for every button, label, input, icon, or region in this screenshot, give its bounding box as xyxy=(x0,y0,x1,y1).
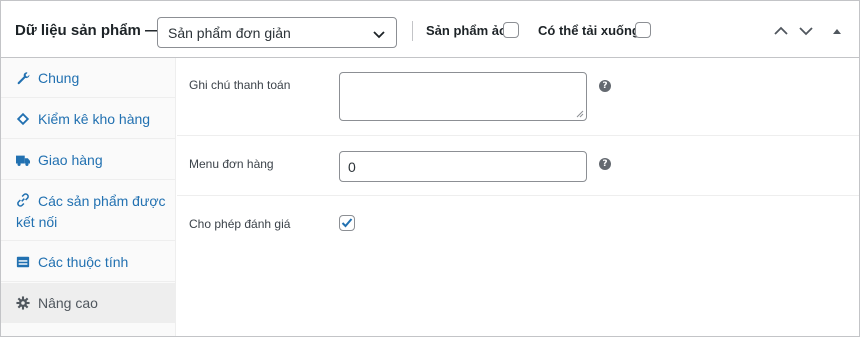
tab-label: Giao hàng xyxy=(38,152,103,168)
tab-general[interactable]: Chung xyxy=(1,58,176,98)
menu-order-value: 0 xyxy=(348,159,356,175)
tab-label-line2: kết nối xyxy=(16,214,58,230)
virtual-label: Sản phẩm ảo: xyxy=(426,23,512,38)
purchase-note-label: Ghi chú thanh toán xyxy=(189,78,291,92)
gear-icon xyxy=(16,296,30,310)
collapse-toggle-button[interactable] xyxy=(827,21,847,41)
tag-icon xyxy=(16,112,30,126)
downloadable-label: Có thể tải xuống: xyxy=(538,23,645,38)
tab-linked-products[interactable]: Các sản phẩm được kết nối xyxy=(1,181,176,241)
product-data-panel: Dữ liệu sản phẩm — Sản phẩm đơn giản Sản… xyxy=(0,0,860,337)
chevron-down-icon xyxy=(373,31,385,39)
product-data-tabs: Chung Kiểm kê kho hàng Giao hàng Các sản… xyxy=(1,58,176,336)
chevron-up-icon xyxy=(774,26,788,35)
virtual-checkbox[interactable] xyxy=(503,22,519,38)
purchase-note-textarea[interactable] xyxy=(339,72,587,121)
tab-label: Các thuộc tính xyxy=(38,254,129,270)
downloadable-checkbox[interactable] xyxy=(635,22,651,38)
panel-title: Dữ liệu sản phẩm — xyxy=(15,22,161,39)
move-up-button[interactable] xyxy=(771,21,791,41)
truck-icon xyxy=(16,155,30,166)
enable-reviews-checkbox[interactable] xyxy=(339,215,355,231)
tab-label: Kiểm kê kho hàng xyxy=(38,111,151,127)
wrench-icon xyxy=(17,72,30,85)
tab-label: Nâng cao xyxy=(38,295,98,311)
help-icon[interactable]: ? xyxy=(599,158,611,170)
help-icon[interactable]: ? xyxy=(599,80,611,92)
tab-attributes[interactable]: Các thuộc tính xyxy=(1,242,176,282)
chevron-down-icon xyxy=(799,27,813,36)
header-divider xyxy=(412,21,413,41)
product-type-value: Sản phẩm đơn giản xyxy=(168,25,291,41)
move-down-button[interactable] xyxy=(796,21,816,41)
resize-grip-icon[interactable] xyxy=(576,110,584,118)
table-icon xyxy=(16,256,30,268)
checkmark-icon xyxy=(341,218,353,228)
tab-shipping[interactable]: Giao hàng xyxy=(1,140,176,180)
reviews-label: Cho phép đánh giá xyxy=(189,217,291,231)
triangle-up-icon xyxy=(833,29,841,34)
tab-advanced[interactable]: Nâng cao xyxy=(1,283,176,323)
menu-order-label: Menu đơn hàng xyxy=(189,157,274,171)
link-icon xyxy=(17,193,29,207)
product-type-select[interactable]: Sản phẩm đơn giản xyxy=(157,17,397,48)
menu-order-input[interactable]: 0 xyxy=(339,151,587,182)
tab-label: Các sản phẩm được xyxy=(38,193,166,209)
tab-inventory[interactable]: Kiểm kê kho hàng xyxy=(1,99,176,139)
reviews-row: Cho phép đánh giá xyxy=(177,196,859,251)
panel-header: Dữ liệu sản phẩm — Sản phẩm đơn giản Sản… xyxy=(1,1,859,58)
tab-label: Chung xyxy=(38,70,80,86)
